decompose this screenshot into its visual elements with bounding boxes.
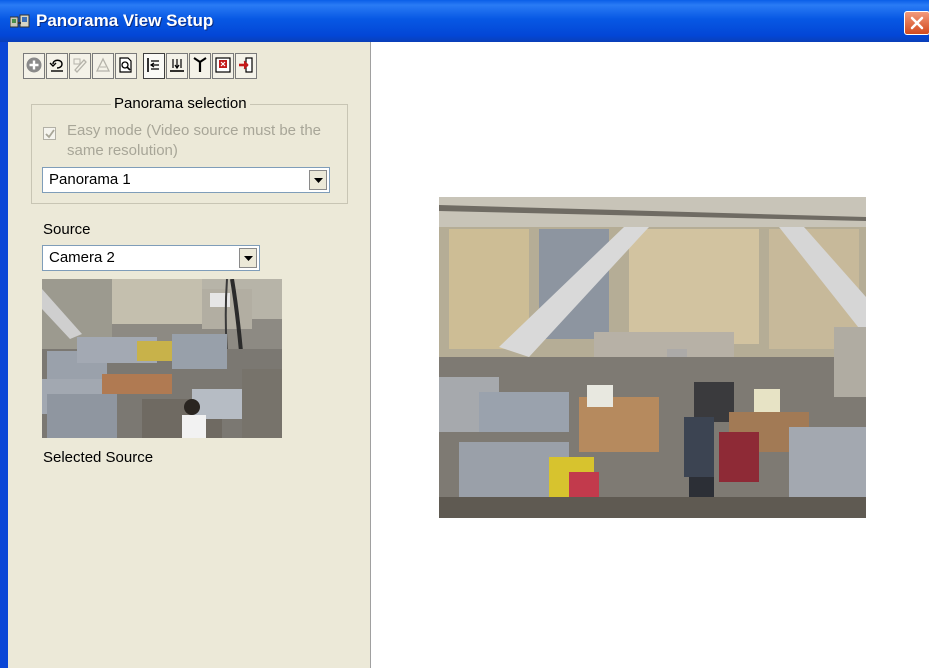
source-label: Source	[43, 221, 91, 238]
source-select[interactable]: Camera 2	[42, 245, 260, 271]
source-dropdown-button[interactable]	[239, 248, 257, 268]
save-icon	[214, 56, 232, 77]
clear-button[interactable]	[92, 53, 114, 79]
preview-icon	[117, 56, 135, 77]
exit-button[interactable]	[235, 53, 257, 79]
panorama-select[interactable]: Panorama 1	[42, 167, 330, 193]
panorama-dropdown-button[interactable]	[309, 170, 327, 190]
edit-icon	[71, 56, 89, 77]
split-button[interactable]	[189, 53, 211, 79]
easy-mode-label: Easy mode (Video source must be the same…	[67, 122, 322, 159]
align-vertical-icon	[168, 56, 186, 77]
selected-source-thumbnail[interactable]	[42, 279, 282, 438]
panorama-select-value: Panorama 1	[49, 171, 131, 188]
close-button[interactable]	[904, 11, 929, 35]
source-select-value: Camera 2	[49, 249, 115, 266]
panorama-app-icon	[9, 14, 30, 30]
window-title: Panorama View Setup	[36, 11, 214, 30]
undo-button[interactable]	[46, 53, 68, 79]
panorama-preview-image[interactable]	[439, 197, 866, 518]
pane-splitter[interactable]	[363, 42, 371, 668]
panorama-selection-legend: Panorama selection	[111, 95, 250, 112]
align-horizontal-icon	[145, 56, 163, 77]
edit-button[interactable]	[69, 53, 91, 79]
save-button[interactable]	[212, 53, 234, 79]
clear-icon	[94, 56, 112, 77]
undo-icon	[48, 56, 66, 77]
panorama-view-setup-window: Panorama View Setup Panorama selection E…	[0, 0, 929, 668]
selected-source-label: Selected Source	[43, 449, 154, 466]
align-vertical-button[interactable]	[166, 53, 188, 79]
exit-icon	[237, 56, 255, 77]
align-horizontal-button[interactable]	[143, 53, 165, 79]
split-icon	[191, 56, 209, 77]
add-button[interactable]	[23, 53, 45, 79]
window-frame-left	[0, 42, 8, 668]
easy-mode-checkbox[interactable]	[43, 127, 56, 140]
title-bar[interactable]: Panorama View Setup	[0, 0, 929, 42]
preview-button[interactable]	[115, 53, 137, 79]
add-icon	[25, 56, 43, 77]
